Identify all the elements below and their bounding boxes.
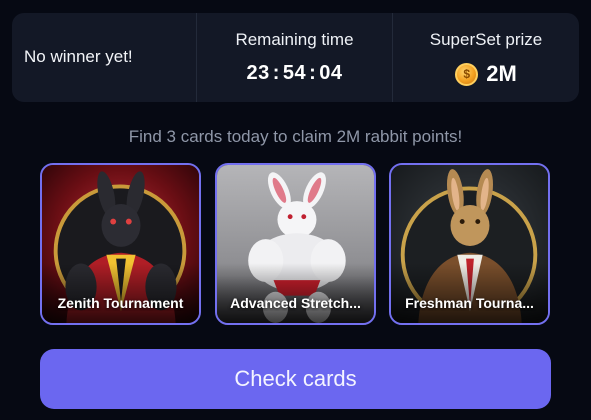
prize-cell: SuperSet prize $ 2M [392,13,579,102]
prize-amount: $ 2M [393,61,579,87]
prize-value: 2M [486,61,517,86]
card-title: Advanced Stretch... [230,295,361,311]
timer-seconds: 04 [319,62,343,84]
timer-minutes: 54 [282,62,307,84]
remaining-time-cell: Remaining time 23 : 54 : 04 [196,13,392,102]
coin-icon: $ [455,62,479,86]
card-advanced-stretch[interactable]: Advanced Stretch... [215,163,376,325]
stats-panel: No winner yet! Remaining time 23 : 54 : … [12,13,579,102]
remaining-time-label: Remaining time [235,30,354,49]
card-shade [217,263,374,323]
card-freshman-tournament[interactable]: Freshman Tourna... [389,163,550,325]
timer-separator: : [272,62,280,84]
winner-status-cell: No winner yet! [12,13,196,102]
prize-label: SuperSet prize [429,30,543,49]
cards-instruction: Find 3 cards today to claim 2M rabbit po… [128,127,463,146]
card-title: Freshman Tourna... [405,295,534,311]
winner-status-text: No winner yet! [24,47,133,66]
check-cards-button[interactable]: Check cards [40,349,551,409]
card-shade [391,263,548,323]
card-title: Zenith Tournament [57,295,184,311]
card-shade [42,263,199,323]
timer-separator: : [309,62,317,84]
timer-hours: 23 [246,62,270,84]
card-zenith-tournament[interactable]: Zenith Tournament [40,163,201,325]
countdown-timer: 23 : 54 : 04 [197,62,392,85]
